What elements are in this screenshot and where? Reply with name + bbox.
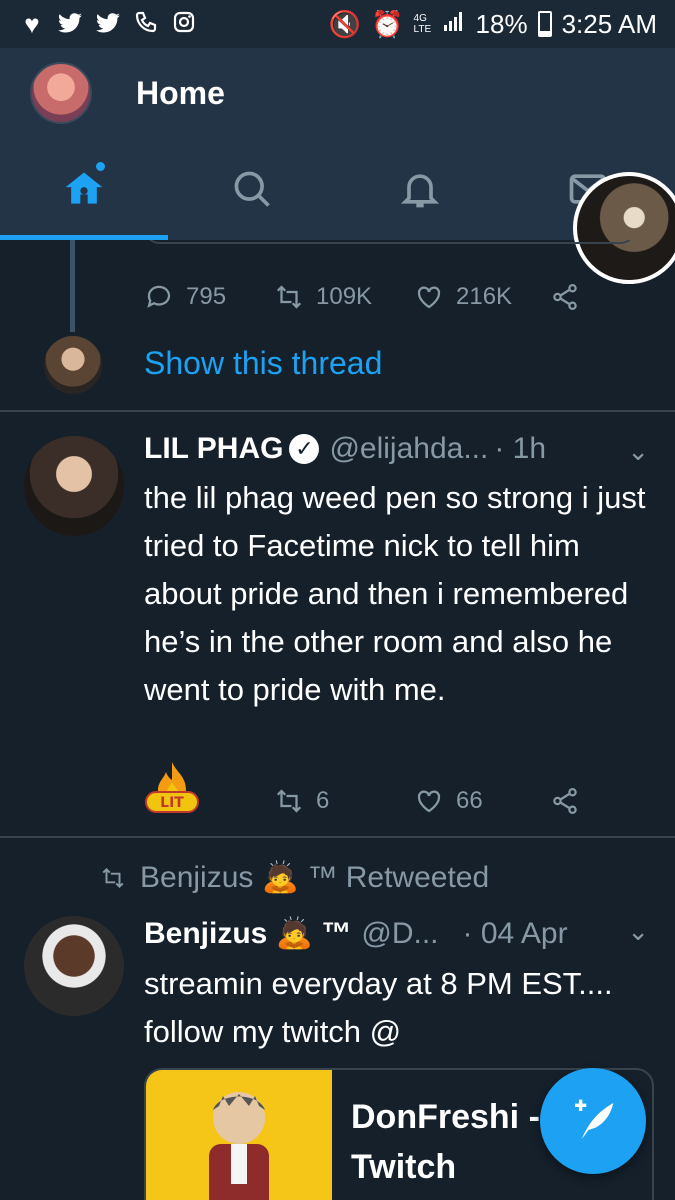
reply-count: 795	[186, 283, 227, 310]
twitter-icon	[56, 10, 84, 38]
prev-tweet-actions: 795 109K 216K	[144, 282, 580, 312]
divider	[0, 836, 675, 838]
status-right: 🔇 ⏰ 4G LTE 18% 3:25 AM	[329, 9, 657, 40]
search-icon	[234, 171, 270, 207]
tweet-text: streamin everyday at 8 PM EST.... follow…	[144, 966, 613, 1049]
retweeted-by: Benjizus 🙇 ™ Retweeted	[100, 860, 489, 895]
thread-connector	[70, 240, 75, 332]
new-content-dot	[96, 162, 105, 171]
tab-search[interactable]	[168, 138, 336, 240]
heart-icon: ♥	[24, 9, 40, 39]
tweet-text: the lil phag weed pen so strong i just t…	[144, 480, 646, 707]
status-left-icons: ♥	[18, 10, 198, 38]
share-button[interactable]	[550, 282, 580, 312]
page-title: Home	[136, 74, 225, 111]
retweet-button[interactable]: 6	[274, 786, 414, 816]
heart-outline-icon	[417, 286, 441, 309]
twitter-icon	[94, 10, 122, 38]
instagram-icon	[170, 10, 198, 38]
retweet-icon	[276, 285, 302, 309]
tab-home[interactable]	[0, 138, 168, 240]
author-handle[interactable]: @elijahda...	[329, 432, 488, 466]
retweet-count: 109K	[316, 283, 373, 310]
retweet-icon	[276, 789, 302, 813]
tweet-avatar-benjizus[interactable]	[24, 916, 124, 1016]
battery-percent: 18%	[475, 8, 528, 39]
alarm-icon: ⏰	[371, 8, 404, 39]
app-header: Home	[0, 48, 675, 138]
link-preview-image	[146, 1070, 332, 1200]
verified-icon	[289, 434, 320, 464]
like-button[interactable]: 66	[414, 786, 550, 816]
lte-icon: 4G LTE	[413, 13, 432, 35]
tab-notifications[interactable]	[336, 138, 504, 240]
tweet-time: · 04 Apr	[462, 916, 568, 950]
reply-button[interactable]: 795	[144, 282, 274, 312]
battery-icon	[537, 11, 552, 37]
share-button[interactable]	[550, 786, 580, 816]
author-handle[interactable]: @D...	[361, 917, 438, 951]
previous-tweet-card-edge	[145, 240, 635, 244]
retweet-count: 6	[316, 787, 330, 814]
like-button[interactable]: 216K	[414, 282, 550, 312]
status-bar: ♥ 🔇 ⏰ 4G LTE 18% 3:25 AM	[0, 0, 675, 48]
reply-icon	[147, 285, 171, 308]
tweet1-actions: 6 66	[144, 786, 580, 816]
share-icon	[553, 788, 577, 814]
tweet-time: · 1h	[494, 432, 547, 465]
chevron-down-icon[interactable]: ⌄	[627, 436, 649, 467]
mute-icon: 🔇	[328, 8, 362, 39]
author-name[interactable]: Benjizus 🙇 ™	[144, 916, 351, 951]
signal-icon	[442, 9, 466, 40]
retweet-button[interactable]: 109K	[274, 282, 414, 312]
quill-plus-icon	[575, 1099, 614, 1139]
tweet-header: Benjizus 🙇 ™ @D... · 04 Apr	[144, 916, 568, 951]
tweet-avatar-lilphag[interactable]	[24, 436, 124, 536]
retweeted-by-text[interactable]: Benjizus 🙇 ™ Retweeted	[140, 860, 489, 895]
heart-outline-icon	[417, 790, 441, 813]
thread-avatar[interactable]	[44, 336, 102, 394]
show-thread-link[interactable]: Show this thread	[144, 345, 382, 382]
profile-avatar[interactable]	[30, 62, 92, 124]
divider	[0, 410, 675, 412]
like-count: 216K	[456, 283, 513, 310]
author-name[interactable]: LIL PHAG	[144, 432, 283, 466]
like-count: 66	[456, 787, 483, 814]
tweet-header: LIL PHAG @elijahda... · 1h	[144, 432, 546, 466]
clock: 3:25 AM	[561, 8, 657, 39]
home-icon	[65, 172, 103, 204]
phone-icon	[132, 10, 160, 38]
chevron-down-icon[interactable]: ⌄	[627, 916, 649, 947]
compose-tweet-button[interactable]	[540, 1068, 646, 1174]
bell-icon	[400, 174, 440, 208]
share-icon	[553, 284, 577, 310]
retweet-icon	[102, 867, 124, 888]
timeline: 795 109K 216K Show this thread LIL PHAG …	[0, 240, 675, 1200]
